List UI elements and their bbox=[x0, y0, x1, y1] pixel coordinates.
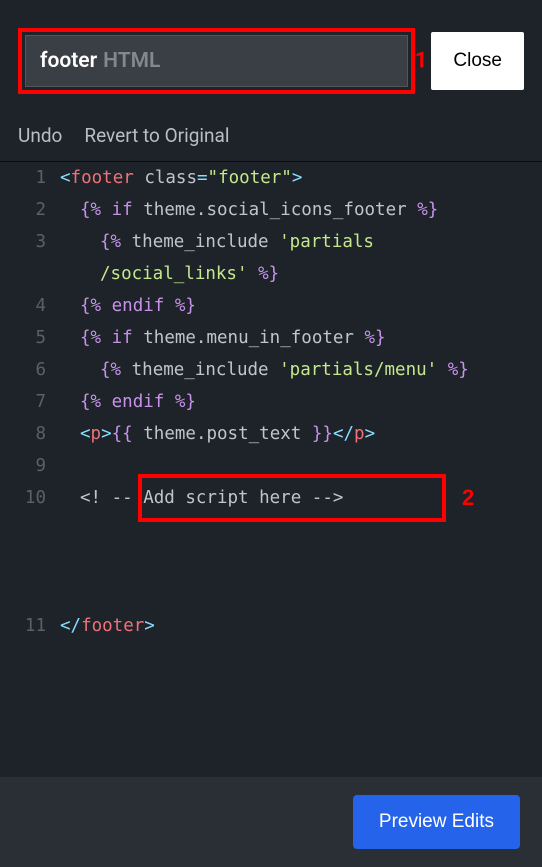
line-number: 11 bbox=[0, 610, 60, 642]
annotation-1: 1 bbox=[415, 49, 428, 74]
bottom-bar: Preview Edits bbox=[0, 777, 542, 867]
code-line: 2 {% if theme.social_icons_footer %} bbox=[0, 194, 542, 226]
line-number: 2 bbox=[0, 194, 60, 226]
undo-link[interactable]: Undo bbox=[18, 124, 62, 147]
code-line: 7 {% endif %} bbox=[0, 386, 542, 418]
code-content[interactable]: {% if theme.menu_in_footer %} bbox=[60, 322, 542, 354]
line-number: 9 bbox=[0, 450, 60, 482]
line-number: 7 bbox=[0, 386, 60, 418]
search-input[interactable] bbox=[25, 35, 408, 87]
line-number: 3 bbox=[0, 226, 60, 258]
action-bar: Undo Revert to Original bbox=[0, 112, 542, 162]
code-content[interactable]: {% theme_include 'partials/menu' %} bbox=[60, 354, 542, 386]
code-line: 3 {% theme_include 'partials/social_link… bbox=[0, 226, 542, 290]
code-editor[interactable]: 1 <footer class="footer"> 2 {% if theme.… bbox=[0, 162, 542, 642]
code-line: 1 <footer class="footer"> bbox=[0, 162, 542, 194]
code-content[interactable]: </footer> bbox=[60, 610, 542, 642]
code-content[interactable]: {% theme_include 'partials/social_links'… bbox=[60, 226, 542, 290]
search-field-highlight: footerHTML 1 bbox=[18, 28, 415, 94]
code-content[interactable]: {% endif %} bbox=[60, 386, 542, 418]
line-number: 4 bbox=[0, 290, 60, 322]
code-line: 10 <! -- Add script here --> 2 bbox=[0, 482, 542, 610]
code-line: 4 {% endif %} bbox=[0, 290, 542, 322]
code-content[interactable]: <p>{{ theme.post_text }}</p> bbox=[60, 418, 542, 450]
line-number: 10 bbox=[0, 482, 60, 514]
code-content[interactable]: {% endif %} bbox=[60, 290, 542, 322]
code-content[interactable]: <footer class="footer"> bbox=[60, 162, 542, 194]
revert-link[interactable]: Revert to Original bbox=[84, 124, 229, 147]
annotation-2: 2 bbox=[462, 482, 474, 514]
line-number: 6 bbox=[0, 354, 60, 386]
code-line: 6 {% theme_include 'partials/menu' %} bbox=[0, 354, 542, 386]
code-content[interactable]: {% if theme.social_icons_footer %} bbox=[60, 194, 542, 226]
code-line: 9 bbox=[0, 450, 542, 482]
close-button[interactable]: Close bbox=[431, 32, 524, 90]
line-number: 8 bbox=[0, 418, 60, 450]
code-line: 8 <p>{{ theme.post_text }}</p> bbox=[0, 418, 542, 450]
top-bar: footerHTML 1 Close bbox=[0, 0, 542, 112]
code-content[interactable]: <! -- Add script here --> 2 bbox=[60, 482, 542, 610]
code-line: 11 </footer> bbox=[0, 610, 542, 642]
code-line: 5 {% if theme.menu_in_footer %} bbox=[0, 322, 542, 354]
line-number: 5 bbox=[0, 322, 60, 354]
line-number: 1 bbox=[0, 162, 60, 194]
preview-edits-button[interactable]: Preview Edits bbox=[353, 795, 520, 849]
